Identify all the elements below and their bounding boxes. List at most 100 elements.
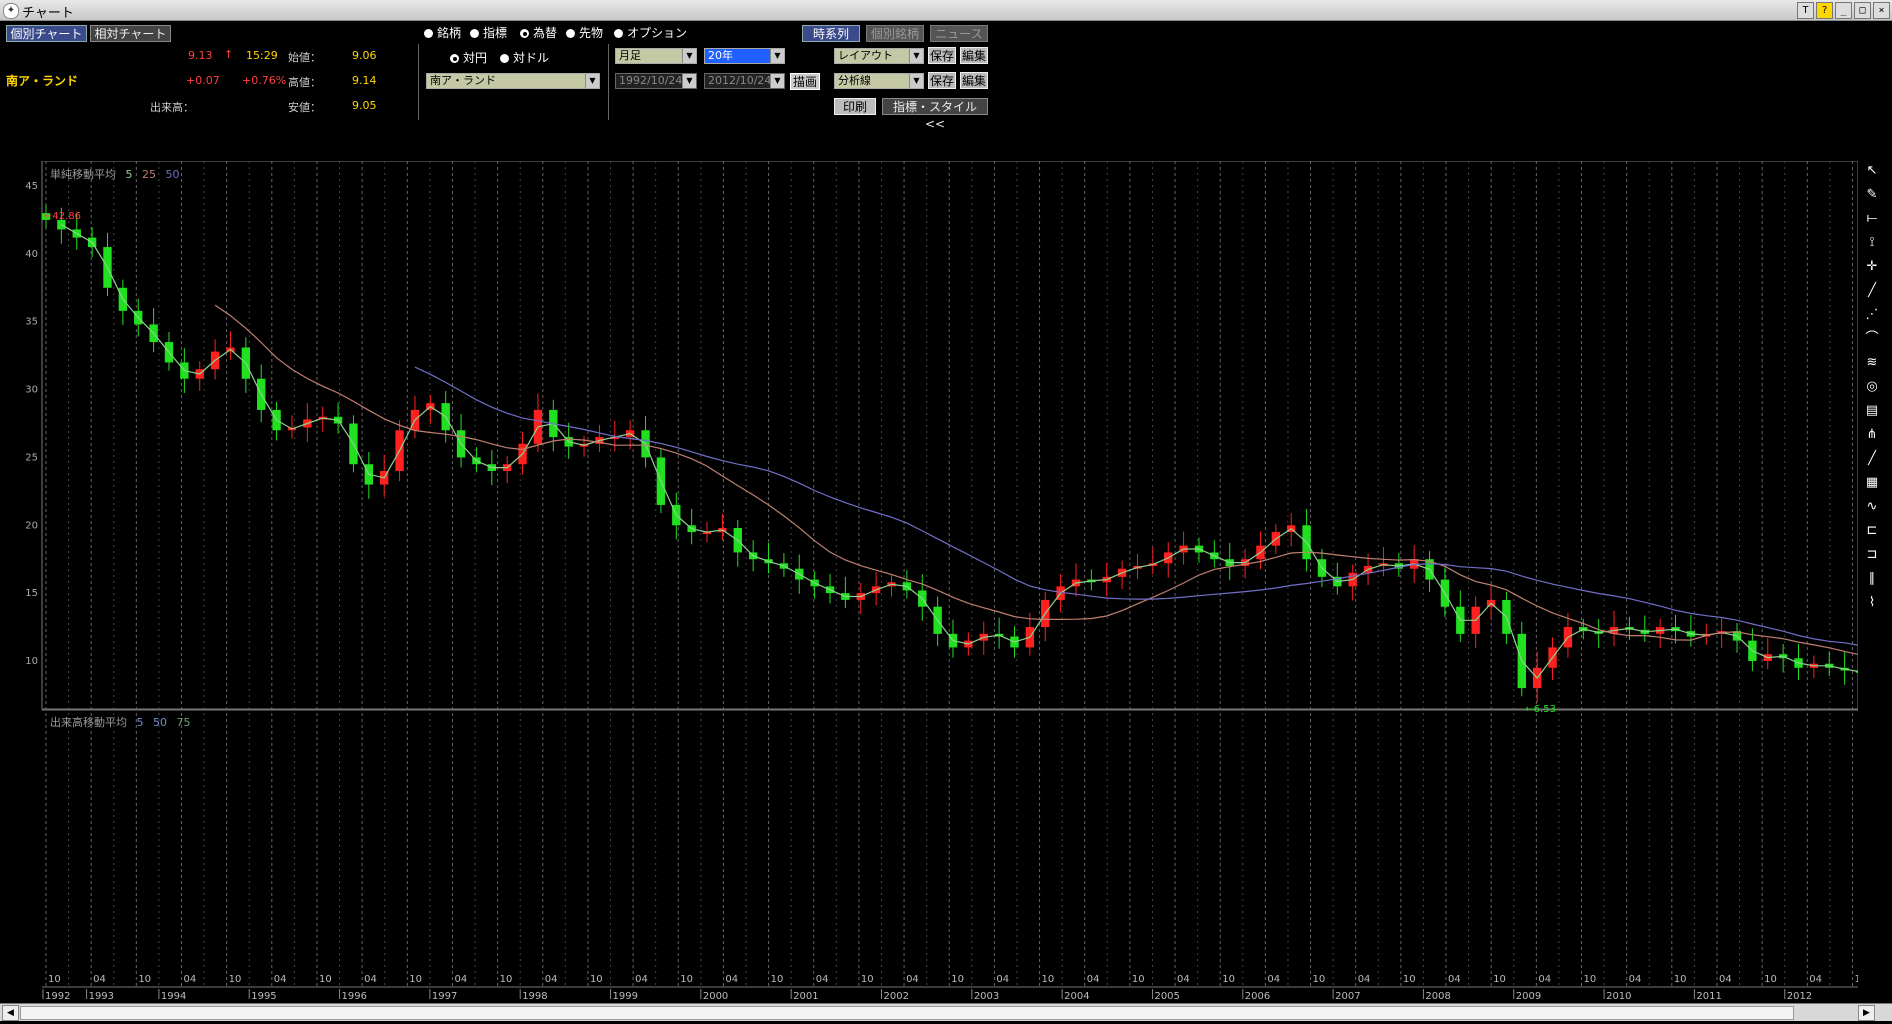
layout-select[interactable]: レイアウト ▼ — [834, 48, 924, 64]
layout-edit-button[interactable]: 編集 — [960, 47, 988, 64]
xtick-month-label: 10 — [680, 974, 693, 985]
gann-fan-icon[interactable]: ⋔ — [1863, 426, 1881, 444]
xtick-year-label: 1998 — [522, 991, 547, 1001]
radio-type-4[interactable]: オプション — [614, 24, 687, 41]
scroll-thumb[interactable] — [20, 1006, 1794, 1020]
radio-type-0[interactable]: 銘柄 — [424, 24, 461, 41]
close-button[interactable]: × — [1873, 2, 1890, 19]
xtick-year-label: 1996 — [342, 991, 367, 1001]
max-price-marker: ←42.86 — [44, 211, 81, 222]
xtick-year-label: 2002 — [883, 991, 908, 1001]
xtick-month-label: 10 — [1042, 974, 1055, 985]
window-titlebar: ✦ チャート T ? _ □ × — [0, 0, 1892, 21]
volume-legend: 出来高移動平均 5 50 75 — [50, 714, 191, 730]
xtick-month-label: 04 — [364, 974, 377, 985]
ytick-label: 30 — [25, 385, 38, 396]
xtick-year-label: 2007 — [1335, 991, 1360, 1001]
period-select[interactable]: 月足 ▼ — [615, 48, 697, 64]
analysis-select-value: 分析線 — [838, 74, 871, 87]
analysis-save-button[interactable]: 保存 — [928, 72, 956, 89]
news-button[interactable]: ニュース — [930, 25, 988, 42]
zigzag-icon[interactable]: ⌇ — [1863, 594, 1881, 612]
tab-relative-chart[interactable]: 相対チャート — [90, 25, 171, 42]
ytick-label: 25 — [25, 452, 38, 463]
analysis-select[interactable]: 分析線 ▼ — [834, 73, 924, 89]
fibonacci-fan-icon[interactable]: ⋰ — [1863, 306, 1881, 324]
currency-select[interactable]: 南ア・ランド ▼ — [426, 73, 600, 89]
indicator-style-button[interactable]: 指標・スタイル<< — [882, 98, 988, 131]
ytick-label: 20 — [25, 520, 38, 531]
high-label: 高値： — [288, 76, 321, 89]
box-icon[interactable]: ⊏ — [1863, 522, 1881, 540]
up-arrow-icon: ↑ — [224, 48, 234, 61]
horizontal-line-icon[interactable]: ⟝ — [1863, 210, 1881, 228]
radio-type-3[interactable]: 先物 — [566, 24, 603, 41]
xtick-month-label: 04 — [635, 974, 648, 985]
price-panel-frame — [41, 161, 1858, 710]
xtick-month-label: 04 — [183, 974, 196, 985]
low-value: 9.05 — [352, 99, 377, 112]
date-to-select[interactable]: 2012/10/24 ▼ — [704, 73, 785, 89]
scroll-left-icon[interactable]: ◀ — [2, 1005, 19, 1021]
wave-icon[interactable]: ∿ — [1863, 498, 1881, 516]
help-button[interactable]: ? — [1816, 2, 1833, 19]
radio-type-1[interactable]: 指標 — [470, 24, 507, 41]
trend-line-icon[interactable]: ╱ — [1863, 282, 1881, 300]
fibonacci-arc-icon[interactable]: ⌒ — [1863, 330, 1881, 348]
trend-line-2-icon[interactable]: ╱ — [1863, 450, 1881, 468]
xtick-month-label: 10 — [1674, 974, 1687, 985]
xtick-month-label: 04 — [1719, 974, 1732, 985]
xtick-month-label: 04 — [274, 974, 287, 985]
text-mode-button[interactable]: T — [1797, 2, 1814, 19]
span-select-value: 20年 — [708, 49, 733, 62]
ytick-label: 40 — [25, 249, 38, 260]
timeseries-button[interactable]: 時系列 — [802, 25, 860, 42]
chart-area[interactable]: 45 40 35 30 25 20 15 10 10 04 10 04 10 04 10 04 10 04 10 04… — [0, 161, 1858, 1001]
scroll-right-icon[interactable]: ▶ — [1858, 1005, 1875, 1021]
cursor-icon[interactable]: ↖ — [1863, 162, 1881, 180]
fibonacci-circle-icon[interactable]: ◎ — [1863, 378, 1881, 396]
chevron-down-icon: ▼ — [770, 49, 784, 63]
xtick-month-label: 10 — [500, 974, 513, 985]
range-icon[interactable]: ⊐ — [1863, 546, 1881, 564]
individual-stock-button[interactable]: 個別銘柄 — [866, 25, 924, 42]
radio-dot-icon — [566, 29, 575, 38]
xtick-month-label: 04 — [1358, 974, 1371, 985]
eraser-icon[interactable]: ✎ — [1863, 186, 1881, 204]
analysis-edit-button[interactable]: 編集 — [960, 72, 988, 89]
cross-line-icon[interactable]: ✛ — [1863, 258, 1881, 276]
window-controls: T ? _ □ × — [1797, 2, 1890, 19]
tab-individual-chart[interactable]: 個別チャート — [6, 25, 87, 42]
xtick-year-label: 2010 — [1606, 991, 1631, 1001]
maximize-button[interactable]: □ — [1854, 2, 1871, 19]
xtick-year-label: 2001 — [793, 991, 818, 1001]
minimize-button[interactable]: _ — [1835, 2, 1852, 19]
vertical-line-icon[interactable]: ⟟ — [1863, 234, 1881, 252]
low-label: 安値： — [288, 101, 321, 114]
radio-type-2[interactable]: 為替 — [520, 24, 557, 41]
date-to-value: 2012/10/24 — [708, 74, 772, 87]
gann-grid-icon[interactable]: ▦ — [1863, 474, 1881, 492]
ma5-line — [61, 224, 1858, 679]
xtick-month-label: 10 — [1764, 974, 1777, 985]
fibonacci-retracement-icon[interactable]: ≋ — [1863, 354, 1881, 372]
xtick-month-label: 04 — [725, 974, 738, 985]
xtick-month-label: 04 — [1629, 974, 1642, 985]
radio-base-1[interactable]: 対ドル — [500, 49, 549, 66]
price-legend-ma25: 25 — [142, 168, 156, 181]
date-from-select[interactable]: 1992/10/24 ▼ — [615, 73, 697, 89]
xtick-month-label: 04 — [1087, 974, 1100, 985]
ma25-line — [214, 304, 1858, 656]
horizontal-scrollbar[interactable]: ◀ ▶ — [0, 1003, 1892, 1021]
span-select[interactable]: 20年 ▼ — [704, 48, 785, 64]
price-time: 15:29 — [246, 49, 278, 62]
draw-button[interactable]: 描画 — [790, 73, 820, 90]
print-button[interactable]: 印刷 — [834, 98, 876, 115]
radio-base-0[interactable]: 対円 — [450, 49, 487, 66]
layout-save-button[interactable]: 保存 — [928, 47, 956, 64]
period-line-icon[interactable]: ∥ — [1863, 570, 1881, 588]
parallel-channel-icon[interactable]: ▤ — [1863, 402, 1881, 420]
price-legend-ma5: 5 — [125, 168, 133, 181]
radio-label: 先物 — [579, 26, 604, 40]
ytick-label: 35 — [25, 317, 38, 328]
